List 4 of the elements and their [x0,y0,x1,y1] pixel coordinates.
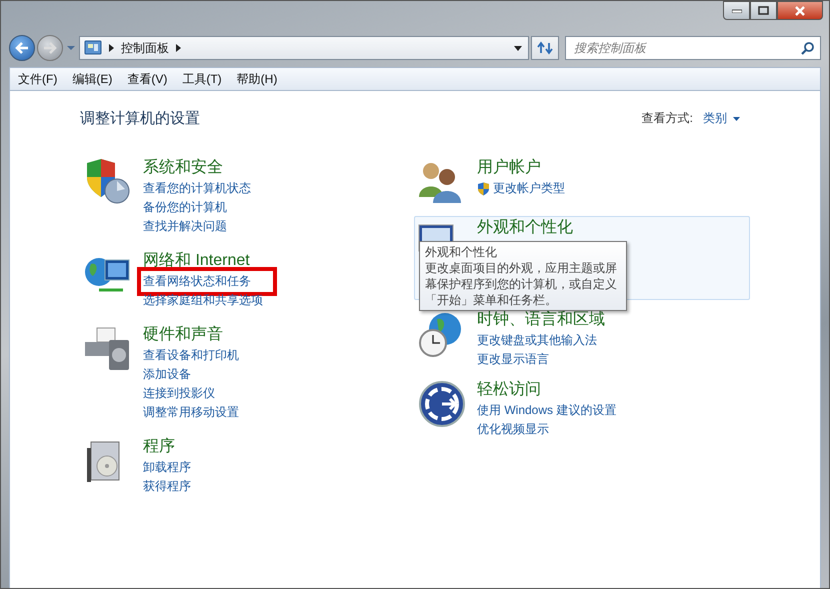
tooltip-title: 外观和个性化 [425,244,498,260]
tooltip-text: 更改桌面项目的外观，应用主题或屏幕保护程序到您的计算机，或自定义「开始」菜单和任务栏。 [425,260,618,308]
view-by-label: 查看方式: [642,110,693,127]
page-title: 调整计算机的设置 [80,109,200,128]
